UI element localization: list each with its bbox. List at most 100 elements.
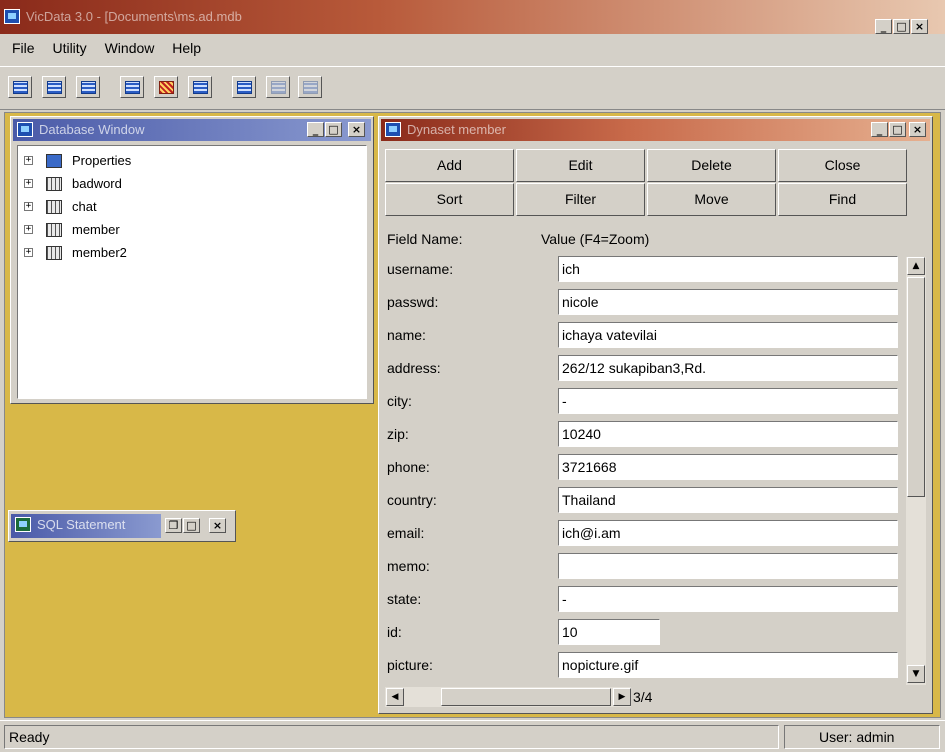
scroll-up-icon[interactable]: ▲	[907, 257, 925, 275]
table-icon	[46, 177, 62, 191]
memo-field[interactable]	[558, 553, 898, 579]
field-label: passwd:	[387, 294, 439, 310]
sql-maximize-icon[interactable]: □	[183, 518, 200, 533]
disabled-icon-2[interactable]	[298, 76, 322, 98]
expand-icon[interactable]: +	[24, 225, 33, 234]
close-icon[interactable]: ×	[911, 19, 928, 34]
field-row-address: address: 262/12 sukapiban3,Rd.	[379, 354, 919, 385]
field-label: id:	[387, 624, 402, 640]
field-list: username: ich passwd: nicole name: ichay…	[379, 253, 919, 678]
move-button[interactable]: Move	[647, 183, 776, 216]
username-field[interactable]: ich	[558, 256, 898, 282]
db-maximize-icon[interactable]: □	[325, 122, 342, 137]
sql-window-icon	[15, 517, 31, 532]
status-user: User: admin	[784, 725, 940, 749]
menu-help[interactable]: Help	[172, 40, 201, 56]
field-row-id: id: 10	[379, 618, 919, 649]
rec-minimize-icon[interactable]: _	[871, 122, 888, 137]
record-window-title-bar[interactable]: Dynaset member	[381, 119, 930, 141]
app-title: VicData 3.0 - [Documents\ms.ad.mdb	[26, 9, 242, 24]
app-window: VicData 3.0 - [Documents\ms.ad.mdb _ □ ×…	[0, 0, 945, 752]
field-row-passwd: passwd: nicole	[379, 288, 919, 319]
database-window: Database Window _ □ × + Properties + bad…	[10, 116, 374, 404]
app-icon	[4, 9, 20, 24]
app-title-bar[interactable]: VicData 3.0 - [Documents\ms.ad.mdb	[0, 0, 945, 34]
properties-icon	[46, 154, 62, 168]
sql-window-title: SQL Statement	[37, 517, 126, 532]
field-label: picture:	[387, 657, 433, 673]
status-bar: Ready User: admin	[0, 720, 945, 752]
scroll-left-icon[interactable]: ◀	[386, 688, 404, 706]
field-label: username:	[387, 261, 454, 277]
country-field[interactable]: Thailand	[558, 487, 898, 513]
sql-statement-window[interactable]: SQL Statement ❐ □ ×	[8, 510, 236, 542]
sql-icon[interactable]	[232, 76, 256, 98]
database-window-title: Database Window	[39, 122, 145, 137]
scroll-right-icon[interactable]: ▶	[613, 688, 631, 706]
name-field[interactable]: ichaya vatevilai	[558, 322, 898, 348]
state-field[interactable]: -	[558, 586, 898, 612]
record-window-icon	[385, 122, 401, 137]
close-button[interactable]: Close	[778, 149, 907, 182]
expand-icon[interactable]: +	[24, 156, 33, 165]
minimize-icon[interactable]: _	[875, 19, 892, 34]
field-row-state: state: -	[379, 585, 919, 616]
database-tree: + Properties + badword + chat + member +	[17, 145, 367, 399]
h-scroll-thumb[interactable]	[441, 688, 611, 706]
db-minimize-icon[interactable]: _	[307, 122, 324, 137]
sql-restore-icon[interactable]: ❐	[165, 518, 182, 533]
status-text: Ready	[4, 725, 779, 749]
menu-bar: File Utility Window Help	[12, 40, 215, 60]
add-button[interactable]: Add	[385, 149, 514, 182]
db-close-icon[interactable]: ×	[348, 122, 365, 137]
field-row-memo: memo:	[379, 552, 919, 583]
disabled-icon-1[interactable]	[266, 76, 290, 98]
field-row-city: city: -	[379, 387, 919, 418]
sort-button[interactable]: Sort	[385, 183, 514, 216]
record-window: Dynaset member _ □ × Add Edit Delete Clo…	[378, 116, 933, 714]
report-icon[interactable]	[120, 76, 144, 98]
scroll-thumb[interactable]	[907, 277, 925, 497]
table-view-icon[interactable]	[8, 76, 32, 98]
field-row-zip: zip: 10240	[379, 420, 919, 451]
rec-maximize-icon[interactable]: □	[889, 122, 906, 137]
chart-icon[interactable]	[154, 76, 178, 98]
address-field[interactable]: 262/12 sukapiban3,Rd.	[558, 355, 898, 381]
table-icon	[46, 223, 62, 237]
rec-close-icon[interactable]: ×	[909, 122, 926, 137]
query-icon[interactable]	[76, 76, 100, 98]
sql-close-icon[interactable]: ×	[209, 518, 226, 533]
picture-field[interactable]: nopicture.gif	[558, 652, 898, 678]
vertical-scrollbar[interactable]: ▲ ▼	[906, 257, 926, 685]
passwd-field[interactable]: nicole	[558, 289, 898, 315]
maximize-icon[interactable]: □	[893, 19, 910, 34]
expand-icon[interactable]: +	[24, 248, 33, 257]
id-field[interactable]: 10	[558, 619, 660, 645]
horizontal-scrollbar[interactable]: ◀ ▶	[385, 687, 631, 707]
field-label: country:	[387, 492, 437, 508]
find-button[interactable]: Find	[778, 183, 907, 216]
table-icon	[46, 246, 62, 260]
edit-button[interactable]: Edit	[516, 149, 645, 182]
form-view-icon[interactable]	[42, 76, 66, 98]
zip-field[interactable]: 10240	[558, 421, 898, 447]
menu-file[interactable]: File	[12, 40, 35, 56]
email-field[interactable]: ich@i.am	[558, 520, 898, 546]
scroll-down-icon[interactable]: ▼	[907, 665, 925, 683]
sql-window-title-bar[interactable]: SQL Statement	[11, 514, 161, 538]
delete-button[interactable]: Delete	[647, 149, 776, 182]
field-label: state:	[387, 591, 422, 607]
menu-utility[interactable]: Utility	[52, 40, 86, 56]
expand-icon[interactable]: +	[24, 179, 33, 188]
expand-icon[interactable]: +	[24, 202, 33, 211]
value-header: Value (F4=Zoom)	[541, 231, 650, 247]
city-field[interactable]: -	[558, 388, 898, 414]
field-label: zip:	[387, 426, 409, 442]
phone-field[interactable]: 3721668	[558, 454, 898, 480]
field-label: memo:	[387, 558, 430, 574]
filter-button[interactable]: Filter	[516, 183, 645, 216]
menu-window[interactable]: Window	[105, 40, 155, 56]
field-row-phone: phone: 3721668	[379, 453, 919, 484]
field-row-country: country: Thailand	[379, 486, 919, 517]
grid-icon[interactable]	[188, 76, 212, 98]
